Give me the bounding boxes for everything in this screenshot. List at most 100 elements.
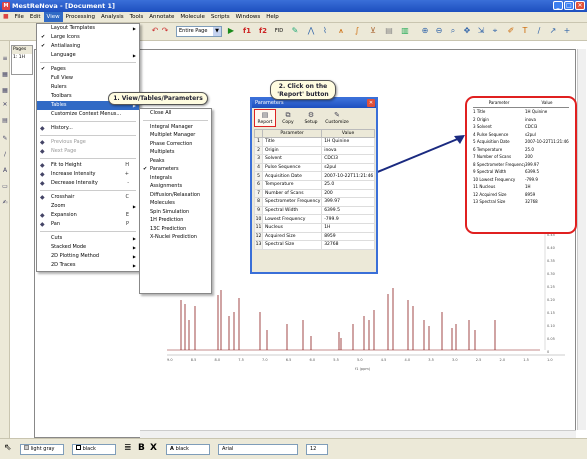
view-menu-item-language[interactable]: Language ▶ <box>37 51 139 60</box>
view-menu-item-increase-intensity[interactable]: ◆ Increase Intensity + <box>37 170 139 179</box>
annotate-icon[interactable]: ✐ <box>506 26 516 36</box>
tables-item-spin-simulation[interactable]: Spin Simulation <box>140 208 211 217</box>
tables-item-1h-prediction[interactable]: 1H Prediction <box>140 216 211 225</box>
table-row[interactable]: 1 Title 1H Quinine <box>254 137 375 147</box>
zoom-out-icon[interactable]: ⊖ <box>434 26 444 36</box>
grid-icon[interactable]: ▦ <box>1 87 9 95</box>
line-draw-icon[interactable]: ∕ <box>1 151 9 159</box>
tables-item-multiplet-manager[interactable]: Multiplet Manager <box>140 131 211 140</box>
menu-molecule[interactable]: Molecule <box>177 12 207 22</box>
font-combo[interactable]: Arial <box>218 444 298 455</box>
pointer-icon[interactable]: ⇖ <box>4 443 12 453</box>
bold-icon[interactable]: B <box>138 443 145 453</box>
header-value[interactable]: Value <box>321 129 375 138</box>
view-menu-item-history[interactable]: ◆ History... <box>37 124 139 133</box>
play-icon[interactable]: ▶ <box>226 26 236 36</box>
view-menu-item-decrease-intensity[interactable]: ◆ Decrease Intensity - <box>37 179 139 188</box>
report-icon[interactable]: ▤ <box>384 26 394 36</box>
tables-item-parameters[interactable]: ✔ Parameters <box>140 165 211 174</box>
text-tool-icon[interactable]: A <box>1 167 9 175</box>
close-icon[interactable]: ✕ <box>1 101 9 109</box>
table-row[interactable]: 4 Pulse Sequence s2pul <box>254 162 375 173</box>
tables-item-phase-correction[interactable]: Phase Correction <box>140 140 211 149</box>
edit-icon[interactable]: ✎ <box>1 135 9 143</box>
view-menu-item-rulers[interactable]: Rulers <box>37 83 139 92</box>
f2-button[interactable]: f2 <box>256 26 270 36</box>
sign-icon[interactable]: ✍ <box>1 199 9 207</box>
select-icon[interactable]: ⇲ <box>476 26 486 36</box>
customize-button[interactable]: ✎ Customize <box>323 109 351 127</box>
menu-help[interactable]: Help <box>263 12 282 22</box>
redo-icon[interactable]: ↷ <box>160 26 170 36</box>
view-menu-item-2d-plotting-method[interactable]: 2D Plotting Method ▶ <box>37 252 139 261</box>
zoom-combo[interactable]: Entire Page ▼ <box>176 26 222 37</box>
minimize-button[interactable]: _ <box>553 1 563 10</box>
pan-tool-icon[interactable]: ✥ <box>462 26 472 36</box>
view-menu-item-2d-traces[interactable]: 2D Traces ▶ <box>37 261 139 270</box>
table-row[interactable]: 13 Spectral Size 32768 <box>254 240 375 250</box>
view-menu-item-next-page[interactable]: ◆ Next Page <box>37 147 139 156</box>
table-row[interactable]: 12 Acquired Size 8959 <box>254 231 375 242</box>
menu-processing[interactable]: Processing <box>63 12 98 22</box>
header-parameter[interactable]: Parameter <box>261 129 323 138</box>
view-menu-item-pages[interactable]: ✔ Pages <box>37 65 139 74</box>
tables-item-peaks[interactable]: Peaks <box>140 157 211 166</box>
tables-item-multiplets[interactable]: Multiplets <box>140 148 211 157</box>
close-icon[interactable]: ✕ <box>367 99 375 107</box>
table-row[interactable]: 11 Nucleus 1H <box>254 222 375 233</box>
table-row[interactable]: 8 Spectrometer Frequency 399.97 <box>254 197 375 207</box>
view-menu-item-layout-templates[interactable]: Layout Templates ▶ <box>37 24 139 33</box>
pages-icon[interactable]: ≡ <box>1 55 9 63</box>
line-color-combo[interactable]: black <box>72 444 116 455</box>
peak-pick-icon[interactable]: ⩚ <box>336 26 346 36</box>
arrow-icon[interactable]: ↗ <box>548 26 558 36</box>
layout-icon[interactable]: ▦ <box>1 71 9 79</box>
line-style-icon[interactable]: ≣ <box>124 443 132 453</box>
horizontal-scrollbar[interactable] <box>140 430 576 438</box>
cursor-icon[interactable]: ⌖ <box>490 26 500 36</box>
multiplet-icon[interactable]: ⊻ <box>368 26 378 36</box>
report-button[interactable]: ▤ Report <box>254 109 276 127</box>
vertical-scrollbar[interactable] <box>577 49 586 430</box>
document-icon[interactable]: ■ <box>0 12 12 22</box>
view-menu-item-fit-to-height[interactable]: ◆ Fit to Height H <box>37 161 139 170</box>
table-row[interactable]: 7 Number of Scans 200 <box>254 188 375 199</box>
fid-button[interactable]: FID <box>273 26 285 36</box>
line-icon[interactable]: ∕ <box>534 26 544 36</box>
table-row[interactable]: 9 Spectral Width 6399.5 <box>254 205 375 216</box>
menu-annotate[interactable]: Annotate <box>146 12 177 22</box>
view-menu-item-large-icons[interactable]: ✔ Large Icons <box>37 33 139 42</box>
table-row[interactable]: 5 Acquisition Date 2007-10-22T11:21:46 <box>254 171 375 181</box>
add-icon[interactable]: + <box>562 26 572 36</box>
view-menu-item-zoom[interactable]: Zoom ▶ <box>37 202 139 211</box>
table-icon[interactable]: ▤ <box>1 117 9 125</box>
phase-icon[interactable]: ✎ <box>290 26 300 36</box>
tables-item-assignments[interactable]: Assignments <box>140 182 211 191</box>
baseline-icon[interactable]: ⋀ <box>306 26 316 36</box>
chart-icon[interactable]: ▥ <box>400 26 410 36</box>
zoom-fit-icon[interactable]: ⌕ <box>448 26 458 36</box>
undo-icon[interactable]: ↶ <box>150 26 160 36</box>
table-row[interactable]: 6 Temperature 25.0 <box>254 179 375 190</box>
menu-windows[interactable]: Windows <box>233 12 264 22</box>
f1-button[interactable]: f1 <box>240 26 254 36</box>
view-menu-item-customize-context-menus[interactable]: Customize Context Menus... <box>37 110 139 119</box>
tables-item-integral-manager[interactable]: Integral Manager <box>140 123 211 132</box>
view-menu-item-crosshair[interactable]: ◆ Crosshair C <box>37 193 139 202</box>
menu-file[interactable]: File <box>12 12 27 22</box>
maximize-button[interactable]: □ <box>564 1 574 10</box>
subscript-icon[interactable]: X <box>150 443 157 453</box>
view-menu-item-antialiasing[interactable]: ✔ Antialiasing <box>37 42 139 51</box>
copy-button[interactable]: ⧉ Copy <box>277 109 299 127</box>
tables-item-close-all[interactable]: Close All <box>140 109 211 118</box>
text-color-combo[interactable]: A black <box>166 444 210 455</box>
view-menu-item-previous-page[interactable]: ◆ Previous Page <box>37 138 139 147</box>
page-thumb[interactable]: 1: 1H <box>12 54 32 62</box>
tables-item-diffusion-relaxation[interactable]: Diffusion/Relaxation <box>140 191 211 200</box>
tables-item-13c-prediction[interactable]: 13C Prediction <box>140 225 211 234</box>
view-menu-item-expansion[interactable]: ◆ Expansion E <box>37 211 139 220</box>
menu-analysis[interactable]: Analysis <box>98 12 127 22</box>
font-size-combo[interactable]: 12 <box>306 444 328 455</box>
view-menu-item-full-view[interactable]: Full View <box>37 74 139 83</box>
zoom-in-icon[interactable]: ⊕ <box>420 26 430 36</box>
